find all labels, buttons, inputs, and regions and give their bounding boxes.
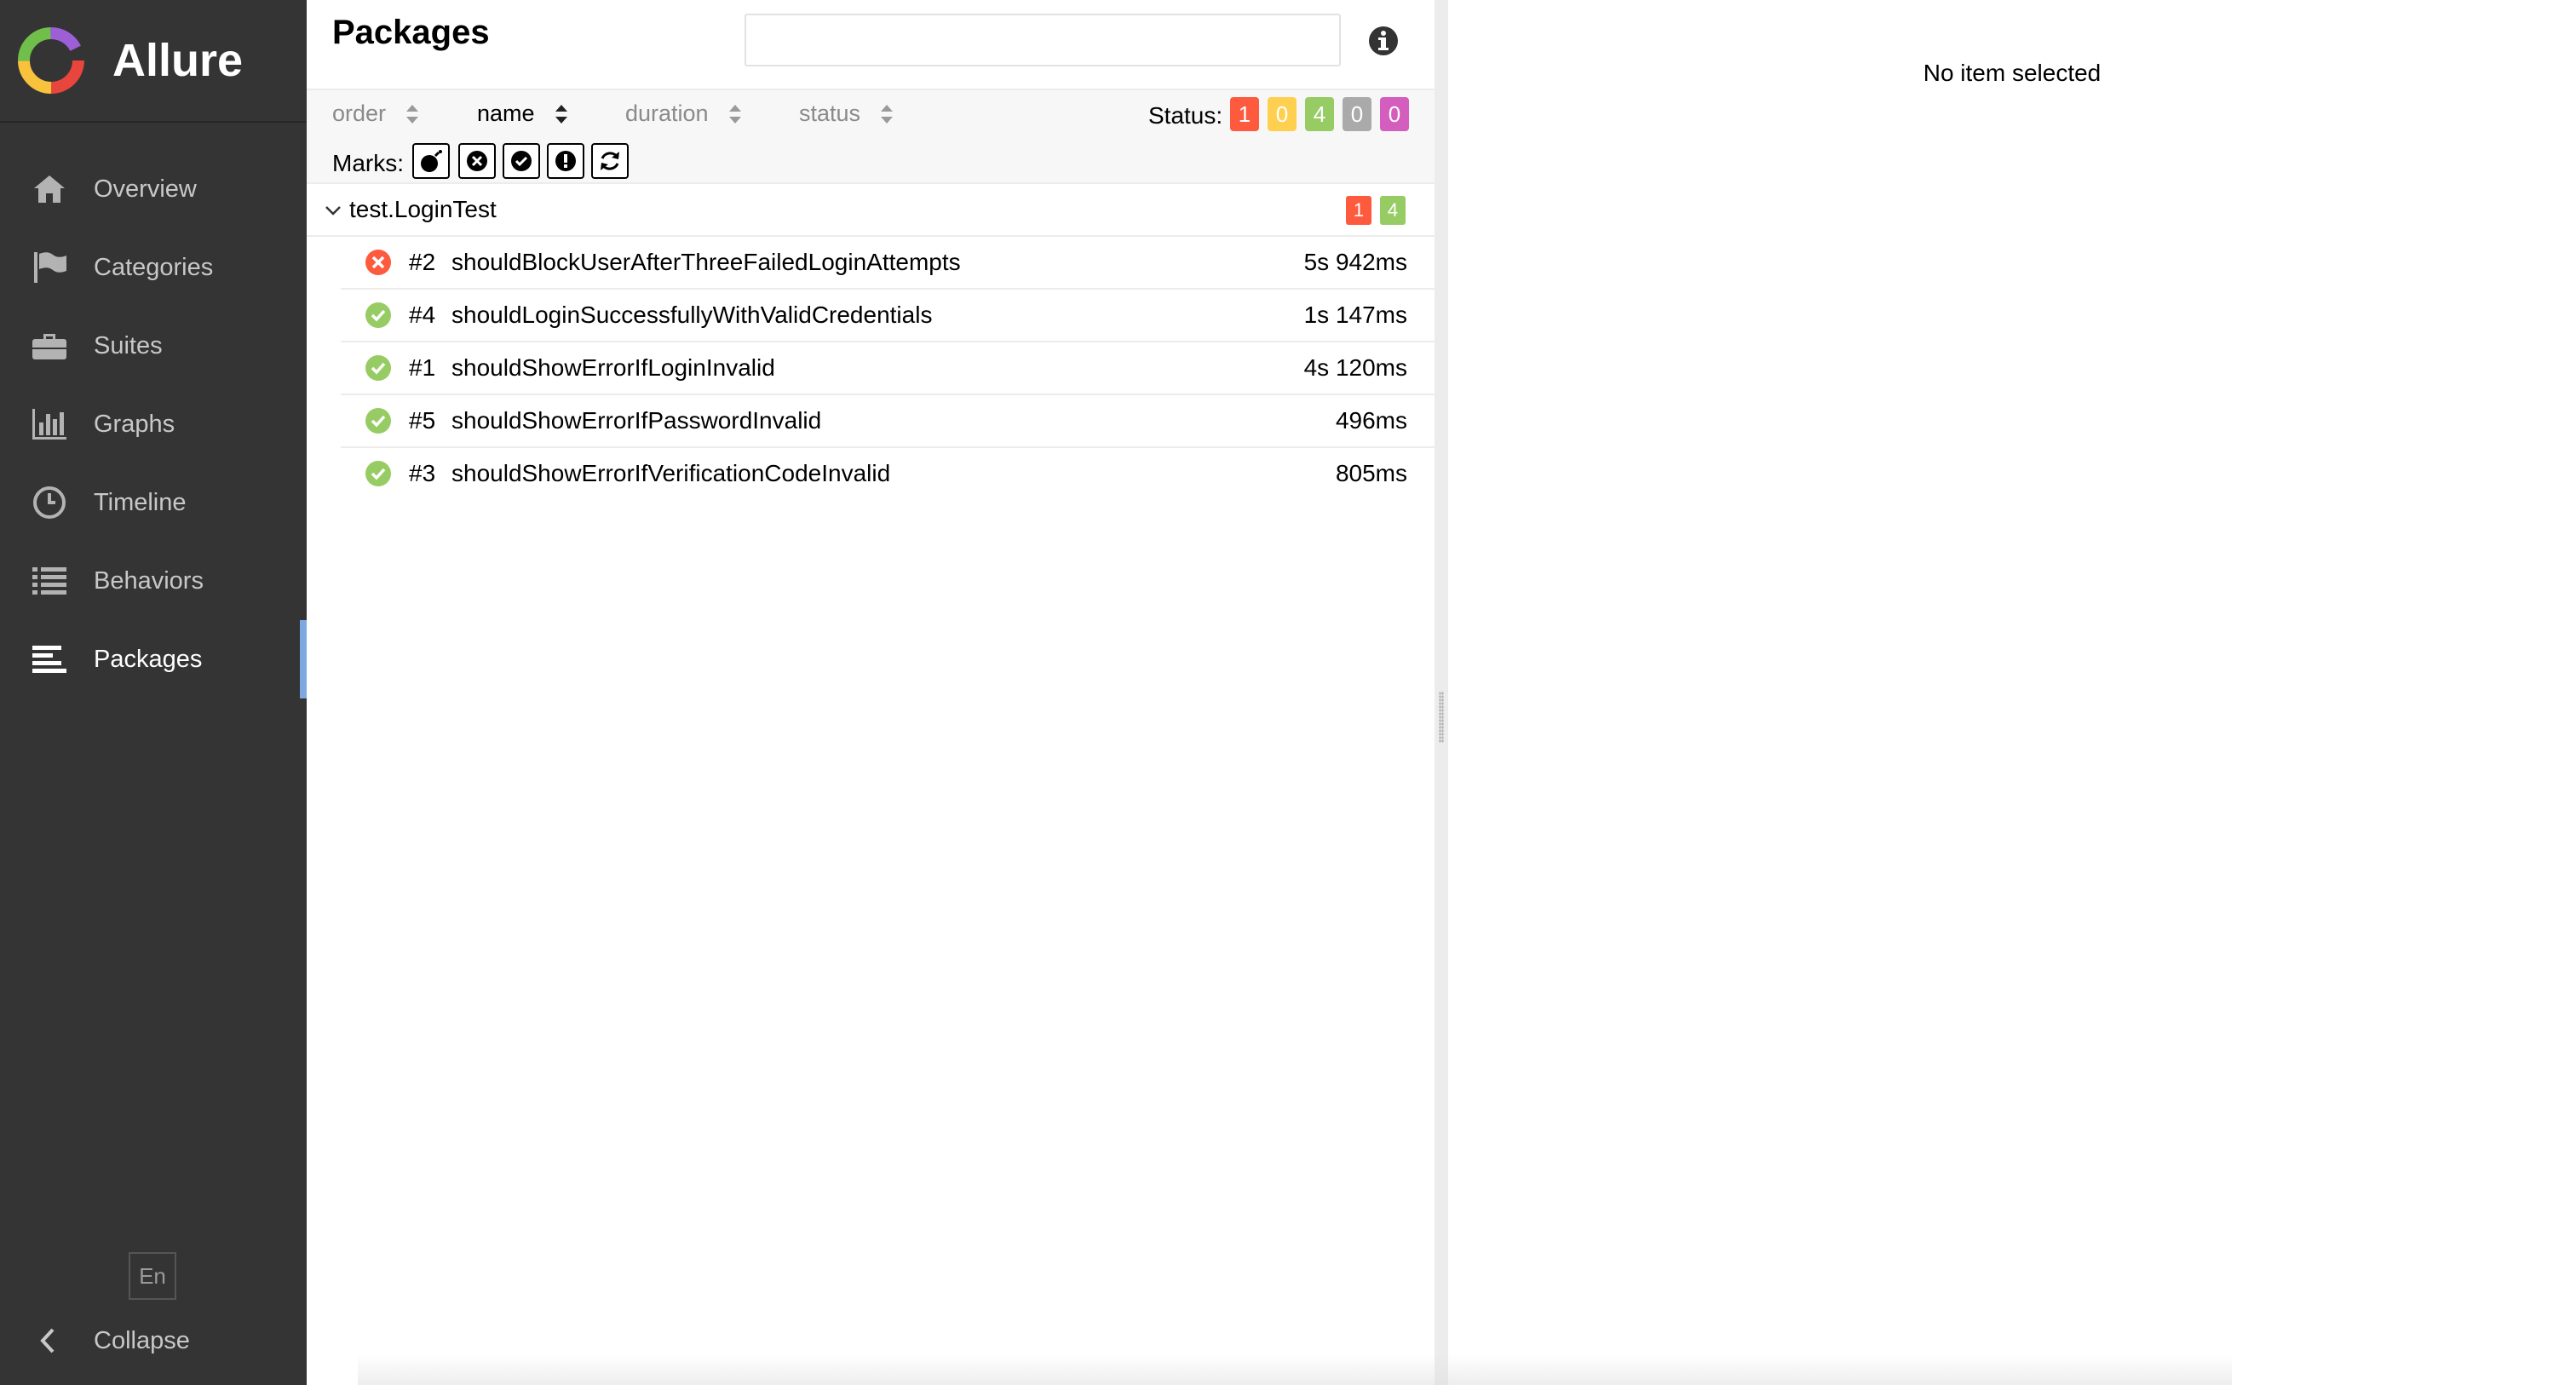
status-filter-passed[interactable]: 4 bbox=[1305, 97, 1334, 131]
home-icon bbox=[34, 175, 65, 203]
mark-new-passed[interactable] bbox=[503, 143, 540, 179]
bomb-icon bbox=[421, 150, 442, 172]
chevron-down-icon bbox=[325, 206, 341, 216]
test-order: #5 bbox=[409, 407, 436, 434]
package-group-row[interactable]: test.LoginTest 1 4 bbox=[307, 186, 1435, 237]
test-duration: 496ms bbox=[1335, 407, 1407, 434]
sort-label: name bbox=[477, 101, 535, 126]
mark-new-broken[interactable] bbox=[547, 143, 584, 179]
mark-new-failed[interactable] bbox=[458, 143, 496, 179]
collapse-button[interactable]: Collapse bbox=[0, 1319, 307, 1363]
test-row[interactable]: #4 shouldLoginSuccessfullyWithValidCrede… bbox=[341, 290, 1435, 342]
sort-name[interactable]: name bbox=[477, 101, 569, 127]
test-duration: 5s 942ms bbox=[1303, 249, 1407, 275]
mark-retries[interactable] bbox=[591, 143, 629, 179]
passed-status-icon bbox=[365, 408, 391, 434]
exclamation-circle-icon bbox=[555, 151, 576, 171]
sidebar-nav: Overview Categories Suites Graphs Timeli… bbox=[0, 150, 307, 698]
test-row[interactable]: #5 shouldShowErrorIfPasswordInvalid 496m… bbox=[341, 395, 1435, 448]
test-order: #2 bbox=[409, 249, 436, 275]
empty-state-message: No item selected bbox=[1923, 60, 2102, 86]
sidebar-item-label: Timeline bbox=[94, 488, 187, 516]
briefcase-icon bbox=[32, 334, 66, 359]
sidebar-item-graphs[interactable]: Graphs bbox=[0, 385, 307, 463]
details-pane: No item selected bbox=[1448, 0, 2576, 1385]
test-row[interactable]: #1 shouldShowErrorIfLoginInvalid 4s 120m… bbox=[341, 342, 1435, 395]
brand[interactable]: Allure bbox=[0, 0, 307, 123]
bottom-shadow bbox=[358, 1354, 2232, 1385]
toolbar: order name duration status Status: 1 0 4… bbox=[307, 89, 1435, 184]
app-name: Allure bbox=[112, 35, 244, 86]
search-input[interactable] bbox=[745, 14, 1341, 66]
align-left-icon bbox=[32, 646, 66, 673]
sort-icon bbox=[728, 104, 741, 124]
sidebar: Allure Overview Categories Suites Graphs… bbox=[0, 0, 307, 1385]
sort-status[interactable]: status bbox=[799, 101, 894, 127]
sort-label: order bbox=[332, 101, 387, 126]
collapse-label: Collapse bbox=[94, 1326, 190, 1354]
clock-icon bbox=[33, 486, 66, 519]
sort-label: duration bbox=[625, 101, 709, 126]
sidebar-item-label: Overview bbox=[94, 175, 197, 203]
test-order: #3 bbox=[409, 460, 436, 486]
list-icon bbox=[32, 567, 66, 595]
test-duration: 1s 147ms bbox=[1303, 302, 1407, 328]
sidebar-item-behaviors[interactable]: Behaviors bbox=[0, 542, 307, 620]
splitter-grip-icon[interactable] bbox=[1439, 692, 1444, 743]
test-order: #4 bbox=[409, 302, 436, 328]
sort-icon bbox=[555, 104, 567, 124]
sidebar-item-label: Suites bbox=[94, 331, 163, 359]
status-filter-failed[interactable]: 1 bbox=[1230, 97, 1259, 131]
group-passed-count: 4 bbox=[1380, 196, 1406, 225]
sidebar-item-suites[interactable]: Suites bbox=[0, 307, 307, 385]
packages-pane: Packages order name duration status Stat… bbox=[307, 0, 1435, 1385]
sort-duration[interactable]: duration bbox=[625, 101, 743, 127]
status-filter-skipped[interactable]: 0 bbox=[1343, 97, 1371, 131]
sort-order[interactable]: order bbox=[332, 101, 420, 127]
test-name: shouldShowErrorIfVerificationCodeInvalid bbox=[451, 460, 891, 486]
flag-icon bbox=[34, 252, 66, 283]
test-name: shouldShowErrorIfLoginInvalid bbox=[451, 354, 775, 381]
test-name: shouldShowErrorIfPasswordInvalid bbox=[451, 407, 822, 434]
sidebar-item-categories[interactable]: Categories bbox=[0, 228, 307, 307]
times-circle-icon bbox=[467, 151, 487, 171]
sort-icon bbox=[406, 104, 419, 124]
status-filter-broken[interactable]: 0 bbox=[1268, 97, 1297, 131]
language-switch[interactable]: En bbox=[129, 1252, 176, 1300]
marks-label: Marks: bbox=[332, 150, 404, 176]
sort-label: status bbox=[799, 101, 861, 126]
test-row[interactable]: #3 shouldShowErrorIfVerificationCodeInva… bbox=[341, 448, 1435, 501]
chevron-left-icon bbox=[40, 1328, 55, 1353]
sidebar-item-timeline[interactable]: Timeline bbox=[0, 463, 307, 542]
package-name: test.LoginTest bbox=[349, 196, 497, 222]
sidebar-item-label: Behaviors bbox=[94, 566, 204, 595]
test-order: #1 bbox=[409, 354, 436, 381]
refresh-icon bbox=[601, 152, 619, 170]
test-duration: 805ms bbox=[1335, 460, 1407, 486]
page-title: Packages bbox=[332, 14, 490, 51]
sidebar-item-label: Packages bbox=[94, 645, 203, 673]
passed-status-icon bbox=[365, 355, 391, 381]
test-name: shouldLoginSuccessfullyWithValidCredenti… bbox=[451, 302, 933, 328]
status-label: Status: bbox=[1148, 102, 1223, 129]
test-duration: 4s 120ms bbox=[1303, 354, 1407, 381]
bar-chart-icon bbox=[32, 409, 66, 440]
status-filter-unknown[interactable]: 0 bbox=[1380, 97, 1409, 131]
sidebar-item-overview[interactable]: Overview bbox=[0, 150, 307, 228]
test-name: shouldBlockUserAfterThreeFailedLoginAtte… bbox=[451, 249, 961, 275]
sidebar-item-label: Categories bbox=[94, 253, 214, 281]
info-icon[interactable] bbox=[1366, 24, 1400, 58]
sidebar-item-packages[interactable]: Packages bbox=[0, 620, 307, 698]
allure-logo bbox=[18, 27, 84, 94]
failed-status-icon bbox=[365, 250, 391, 275]
sidebar-item-label: Graphs bbox=[94, 410, 175, 438]
passed-status-icon bbox=[365, 461, 391, 486]
check-circle-icon bbox=[511, 151, 532, 171]
sort-icon bbox=[881, 104, 894, 124]
group-failed-count: 1 bbox=[1346, 196, 1371, 225]
test-row[interactable]: #2 shouldBlockUserAfterThreeFailedLoginA… bbox=[341, 237, 1435, 290]
passed-status-icon bbox=[365, 302, 391, 328]
mark-flaky[interactable] bbox=[412, 143, 450, 179]
